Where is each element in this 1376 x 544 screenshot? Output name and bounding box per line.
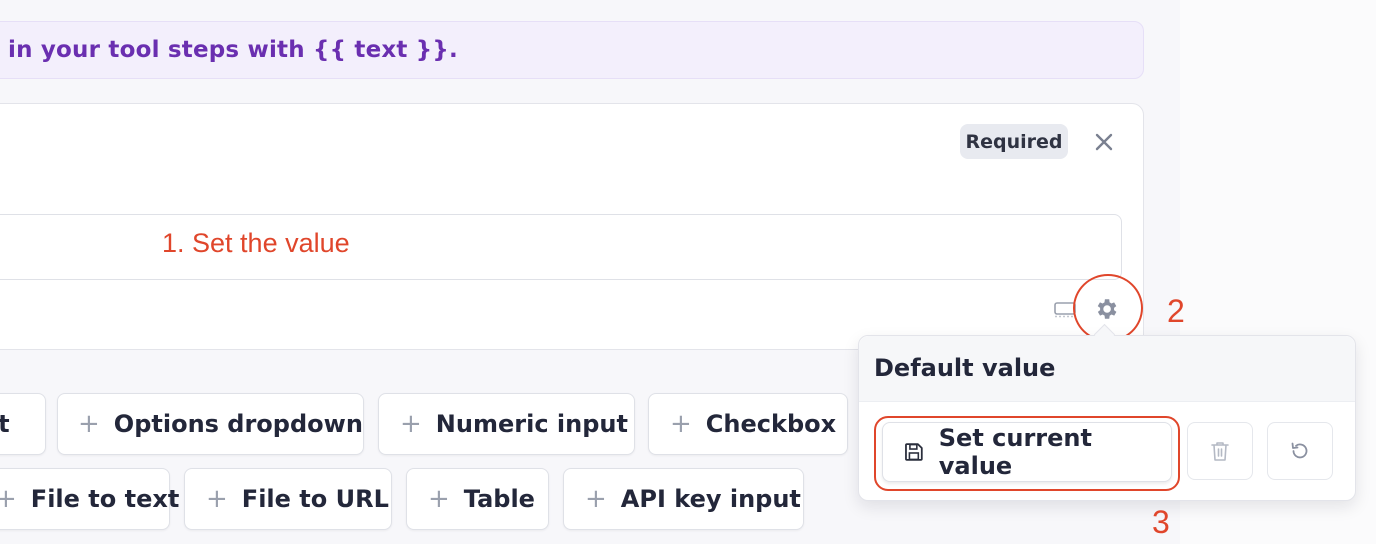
add-checkbox-label: Checkbox — [705, 410, 837, 438]
plus-icon: + — [0, 484, 17, 514]
plus-icon: + — [428, 484, 450, 514]
add-text-input-label: ut — [0, 410, 10, 438]
trash-icon — [1211, 442, 1229, 461]
add-table-label: Table — [463, 485, 535, 513]
add-numeric-input-button[interactable]: + Numeric input — [378, 393, 635, 455]
plus-icon: + — [206, 484, 228, 514]
reset-icon — [1291, 442, 1308, 459]
required-badge[interactable]: Required — [960, 124, 1068, 159]
add-table-button[interactable]: + Table — [406, 468, 549, 530]
annotation-step-1: 1. Set the value — [162, 228, 350, 258]
add-checkbox-button[interactable]: + Checkbox — [648, 393, 848, 455]
add-api-key-input-button[interactable]: + API key input — [563, 468, 804, 530]
add-file-to-text-button[interactable]: + File to text — [0, 468, 179, 530]
popover-header: Default value — [859, 336, 1355, 402]
popover-title: Default value — [874, 354, 1056, 382]
add-numeric-input-label: Numeric input — [435, 410, 628, 438]
close-icon — [1095, 133, 1112, 150]
plus-icon: + — [585, 484, 607, 514]
add-text-input-button[interactable]: ut — [0, 393, 46, 455]
add-file-to-url-label: File to URL — [241, 485, 389, 513]
annotation-step-2: 2 — [1167, 293, 1185, 329]
add-file-to-url-button[interactable]: + File to URL — [184, 468, 392, 530]
plus-icon: + — [78, 409, 100, 439]
reset-value-button[interactable] — [1267, 422, 1333, 480]
add-file-to-text-label: File to text — [30, 485, 180, 513]
add-api-key-input-label: API key input — [620, 485, 801, 513]
info-banner-text: in your tool steps with {{ text }}. — [8, 37, 458, 63]
annotation-step-3: 3 — [1152, 504, 1170, 540]
plus-icon: + — [400, 409, 422, 439]
clear-value-button[interactable] — [1187, 422, 1253, 480]
add-options-dropdown-button[interactable]: + Options dropdown — [57, 393, 364, 455]
annotation-ring-set-button — [874, 416, 1180, 491]
plus-icon: + — [670, 409, 692, 439]
add-options-dropdown-label: Options dropdown — [113, 410, 363, 438]
close-button[interactable] — [1086, 124, 1121, 159]
